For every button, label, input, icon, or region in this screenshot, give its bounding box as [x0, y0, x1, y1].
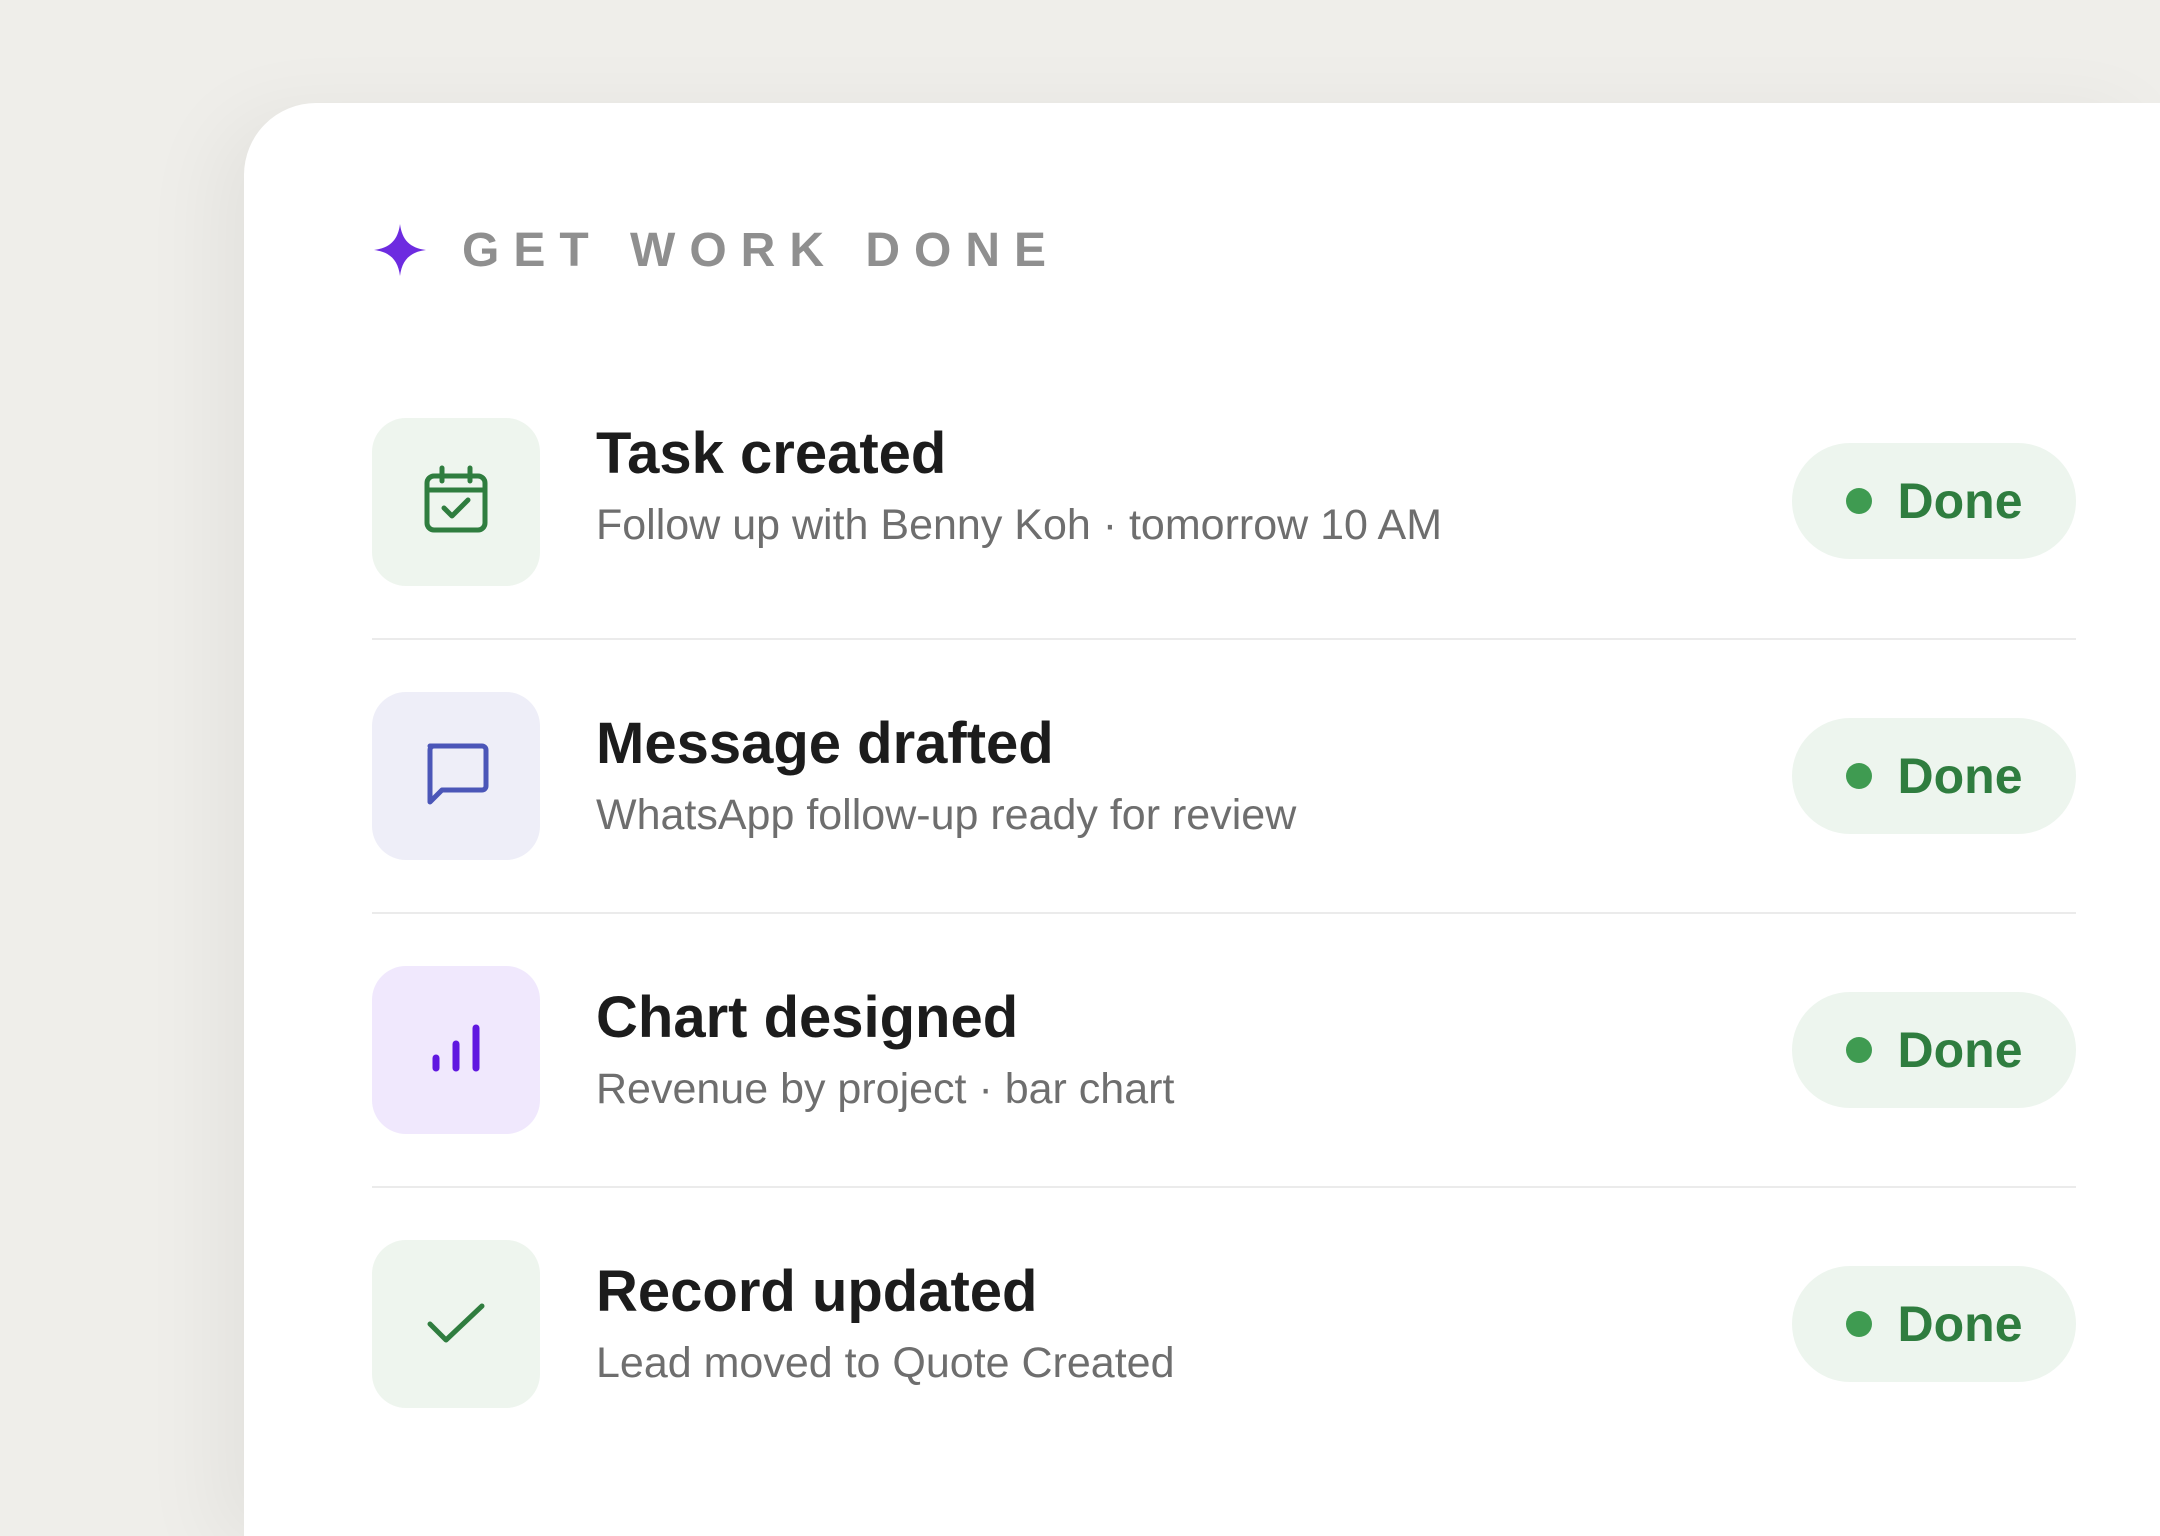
list-item-record-updated[interactable]: Record updated Lead moved to Quote Creat…	[372, 1186, 2076, 1460]
item-subtitle: WhatsApp follow-up ready for review	[596, 790, 1297, 839]
task-list: Task created Follow up with Benny Koh · …	[372, 413, 2076, 1460]
list-item-message-drafted[interactable]: Message drafted WhatsApp follow-up ready…	[372, 638, 2076, 912]
status-dot	[1845, 488, 1872, 514]
activity-card: GET WORK DONE Task created Follow up wit	[244, 103, 2160, 1536]
section-title: GET WORK DONE	[462, 223, 1060, 277]
checkmark-icon	[420, 1286, 492, 1363]
status-label: Done	[1897, 1296, 2023, 1352]
icon-tile	[372, 692, 540, 860]
item-title: Record updated	[596, 1258, 1038, 1324]
item-text: Task created Follow up with Benny Koh · …	[596, 421, 1442, 551]
list-item-chart-designed[interactable]: Chart designed Revenue by project · bar …	[372, 912, 2076, 1186]
list-item-task-created[interactable]: Task created Follow up with Benny Koh · …	[372, 413, 2076, 638]
chat-bubble-icon	[420, 738, 492, 815]
item-title: Chart designed	[596, 984, 1019, 1050]
item-subtitle: Lead moved to Quote Created	[596, 1338, 1175, 1387]
icon-tile	[372, 966, 540, 1134]
item-text: Chart designed Revenue by project · bar …	[596, 985, 1174, 1115]
status-label: Done	[1897, 473, 2023, 529]
bar-chart-icon	[420, 1012, 492, 1089]
status-badge: Done	[1792, 443, 2076, 559]
status-badge: Done	[1792, 718, 2076, 834]
status-label: Done	[1897, 1022, 2023, 1078]
card-header: GET WORK DONE	[372, 215, 1060, 285]
status-dot	[1845, 1311, 1872, 1337]
item-text: Message drafted WhatsApp follow-up ready…	[596, 711, 1296, 841]
item-subtitle: Revenue by project · bar chart	[596, 1064, 1175, 1113]
item-subtitle: Follow up with Benny Koh · tomorrow 10 A…	[596, 500, 1443, 549]
status-badge: Done	[1792, 1266, 2076, 1382]
icon-tile	[372, 1240, 540, 1408]
icon-tile	[372, 418, 540, 586]
status-badge: Done	[1792, 992, 2076, 1108]
status-label: Done	[1897, 748, 2023, 804]
item-title: Message drafted	[596, 710, 1054, 776]
item-title: Task created	[596, 421, 947, 486]
status-dot	[1845, 763, 1872, 789]
calendar-check-icon	[420, 464, 492, 541]
status-dot	[1845, 1037, 1872, 1063]
item-text: Record updated Lead moved to Quote Creat…	[596, 1259, 1174, 1389]
sparkle-icon	[372, 222, 428, 278]
